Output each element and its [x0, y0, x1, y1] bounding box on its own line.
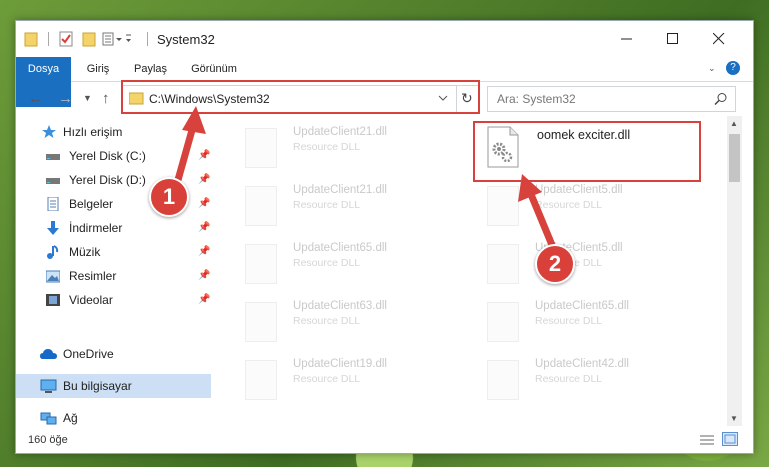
annotation-arrows — [174, 106, 556, 247]
arrow-2-shaft — [526, 190, 556, 247]
step-2-badge: 2 — [535, 244, 575, 284]
arrow-1-head — [182, 106, 206, 134]
step-1-badge: 1 — [149, 177, 189, 217]
